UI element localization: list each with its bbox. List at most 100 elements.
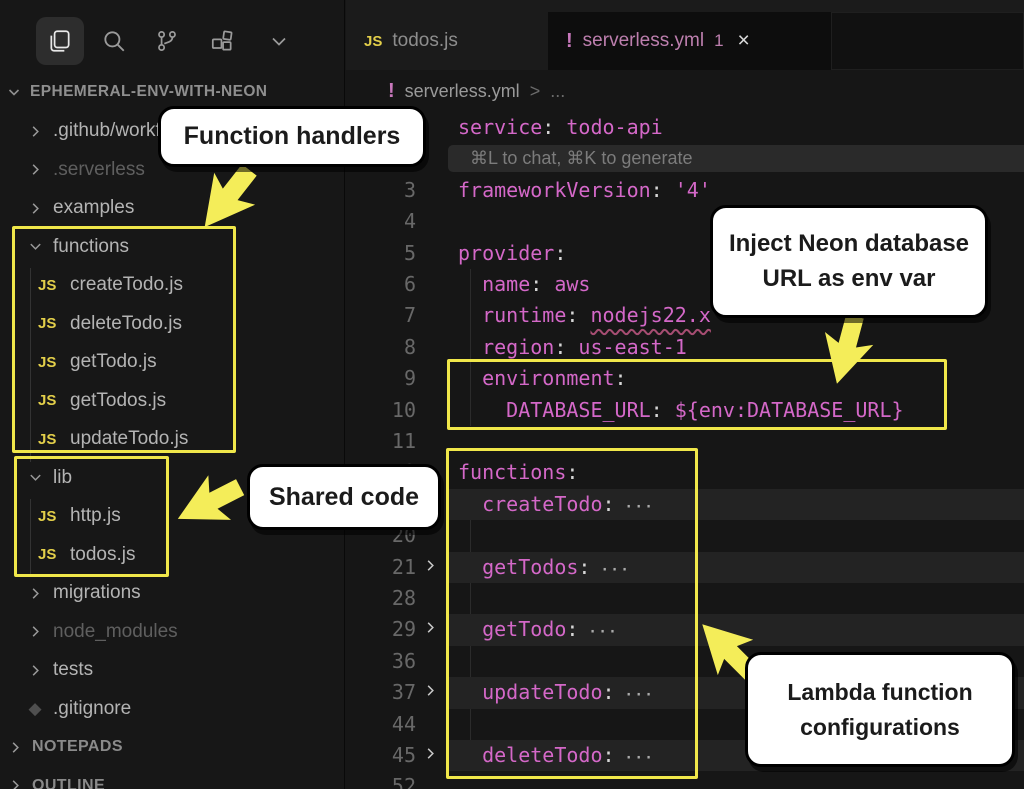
chevron-down-icon (6, 84, 22, 100)
callout-text: configurations (800, 710, 960, 745)
code-text: runtime: nodejs22.x (458, 300, 711, 331)
code-text: name: aws (458, 269, 590, 300)
code-text: service: todo-api (458, 112, 663, 143)
line-number: 9 (370, 363, 416, 394)
problem-badge: 1 (714, 31, 723, 51)
code-token: : (566, 303, 578, 327)
cursor-window: EPHEMERAL-ENV-WITH-NEON .github/workflow… (0, 0, 1024, 789)
tab-label: serverless.yml (583, 30, 704, 52)
chevron-right-icon (26, 201, 44, 216)
code-token: service (458, 115, 542, 139)
tab-serverless-yml[interactable]: ! serverless.yml 1 × (548, 12, 831, 70)
tree-folder-migrations[interactable]: migrations (0, 574, 345, 613)
code-token: region (458, 335, 554, 359)
highlight-box-environment (447, 359, 947, 430)
line-number: 10 (370, 395, 416, 426)
search-icon[interactable] (90, 17, 138, 65)
callout-lambda-config: Lambda function configurations (745, 652, 1015, 767)
line-number: 45 (370, 740, 416, 771)
chevron-right-icon (6, 740, 24, 755)
tree-folder-examples[interactable]: examples (0, 189, 345, 228)
panel-header-notepads[interactable]: NOTEPADS (0, 728, 345, 767)
chevron-down-icon[interactable] (255, 17, 303, 65)
activity-bar (0, 0, 345, 74)
yaml-icon: ! (566, 30, 573, 53)
line-number: 5 (370, 238, 416, 269)
tree-item-label: examples (53, 197, 134, 219)
code-token (578, 303, 590, 327)
line-number: 6 (370, 269, 416, 300)
panel-header-outline[interactable]: OUTLINE (0, 767, 345, 789)
chevron-right-icon (26, 663, 44, 678)
tree-item-label: migrations (53, 582, 141, 604)
tab-bar: JS todos.js ! serverless.yml 1 × (346, 0, 1024, 70)
highlight-box-lib-folder (14, 456, 169, 577)
line-number: 11 (370, 426, 416, 457)
code-token: : (542, 115, 554, 139)
callout-shared-code: Shared code (247, 464, 441, 530)
tree-item-label: .gitignore (53, 698, 131, 720)
chevron-right-icon (26, 624, 44, 639)
close-icon[interactable]: × (738, 29, 750, 53)
code-token: nodejs22.x (590, 303, 710, 327)
code-token: runtime (458, 303, 566, 327)
callout-text: Shared code (269, 483, 419, 512)
code-token: : (530, 272, 542, 296)
line-number: 3 (370, 175, 416, 206)
line-number: 44 (370, 709, 416, 740)
line-number: 52 (370, 771, 416, 789)
line-number: 36 (370, 646, 416, 677)
code-text: provider: (458, 238, 566, 269)
line-number: 21 (370, 552, 416, 583)
explorer-section-header[interactable]: EPHEMERAL-ENV-WITH-NEON (6, 78, 267, 106)
fold-chevron-icon[interactable] (423, 740, 438, 771)
code-token: frameworkVersion (458, 178, 651, 202)
tree-file-gitignore[interactable]: ◆ .gitignore (0, 690, 345, 729)
highlight-box-functions-config (446, 448, 698, 779)
code-token: '4' (663, 178, 711, 202)
code-token: aws (542, 272, 590, 296)
highlight-box-functions-folder (12, 226, 236, 453)
code-line-2[interactable]: 2⌘L to chat, ⌘K to generate (346, 143, 1024, 174)
code-token: : (554, 241, 566, 265)
git-icon: ◆ (26, 699, 44, 719)
code-text: frameworkVersion: '4' (458, 175, 711, 206)
code-line-3[interactable]: 3 frameworkVersion: '4' (346, 175, 1024, 206)
tab-todos-js[interactable]: JS todos.js (346, 12, 548, 70)
line-number: 7 (370, 300, 416, 331)
tree-item-label: tests (53, 659, 93, 681)
fold-chevron-icon[interactable] (423, 677, 438, 708)
explorer-icon[interactable] (36, 17, 84, 65)
code-token: us-east-1 (566, 335, 686, 359)
empty-tab-area (831, 12, 1024, 70)
project-title: EPHEMERAL-ENV-WITH-NEON (30, 83, 267, 101)
tree-folder-tests[interactable]: tests (0, 651, 345, 690)
callout-function-handlers: Function handlers (158, 106, 426, 167)
line-number: 28 (370, 583, 416, 614)
callout-text: Inject Neon database (729, 227, 969, 262)
code-token: provider (458, 241, 554, 265)
line-number: 4 (370, 206, 416, 237)
tab-label: todos.js (392, 30, 457, 52)
callout-inject-neon: Inject Neon database URL as env var (710, 205, 988, 318)
tree-item-label: OUTLINE (32, 777, 105, 789)
tree-folder-node-modules[interactable]: node_modules (0, 613, 345, 652)
extensions-icon[interactable] (198, 17, 246, 65)
code-line-1[interactable]: 1service: todo-api (346, 112, 1024, 143)
chevron-right-icon (6, 778, 24, 789)
ai-hint-bar: ⌘L to chat, ⌘K to generate (448, 145, 1024, 172)
chevron-right-icon (26, 124, 44, 139)
fold-chevron-icon[interactable] (423, 614, 438, 645)
fold-chevron-icon[interactable] (423, 552, 438, 583)
code-token: todo-api (554, 115, 662, 139)
chevron-right-icon (26, 162, 44, 177)
line-number: 8 (370, 332, 416, 363)
tree-item-label: .serverless (53, 159, 145, 181)
js-icon: JS (364, 33, 382, 50)
source-control-icon[interactable] (143, 17, 191, 65)
tree-item-label: NOTEPADS (32, 738, 123, 756)
callout-text: Lambda function (787, 675, 972, 710)
chevron-right-icon (26, 586, 44, 601)
code-token: name (458, 272, 530, 296)
line-number: 29 (370, 614, 416, 645)
